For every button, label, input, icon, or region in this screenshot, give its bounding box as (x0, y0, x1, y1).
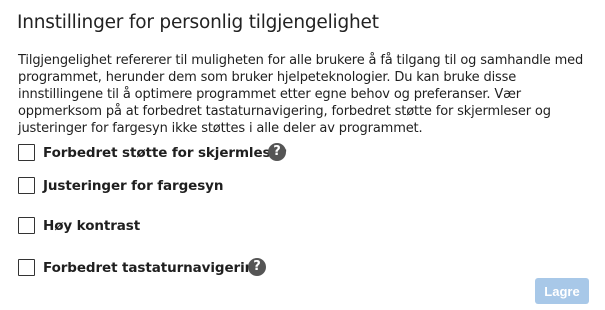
screen-reader-checkbox[interactable] (18, 144, 35, 161)
option-color-vision[interactable]: Justeringer for fargesyn (18, 177, 223, 194)
color-vision-label: Justeringer for fargesyn (43, 177, 224, 194)
screen-reader-label: Forbedret støtte for skjermleser (43, 144, 287, 161)
dialog-description: Tilgjengelighet refererer til muligheten… (18, 53, 584, 136)
accessibility-settings-dialog: Innstillinger for personlig tilgjengelig… (0, 0, 605, 310)
high-contrast-checkbox[interactable] (18, 217, 35, 234)
high-contrast-label: Høy kontrast (43, 217, 141, 234)
dialog-title: Innstillinger for personlig tilgjengelig… (17, 12, 379, 33)
keyboard-navigation-checkbox[interactable] (18, 259, 35, 276)
keyboard-navigation-label: Forbedret tastaturnavigering (43, 259, 264, 276)
save-button[interactable]: Lagre (535, 278, 589, 304)
option-high-contrast[interactable]: Høy kontrast (18, 217, 140, 234)
option-keyboard-navigation[interactable]: Forbedret tastaturnavigering (18, 259, 264, 276)
screen-reader-help-icon[interactable]: ? (268, 143, 286, 161)
option-screen-reader[interactable]: Forbedret støtte for skjermleser (18, 144, 286, 161)
keyboard-navigation-help-icon[interactable]: ? (248, 258, 266, 276)
color-vision-checkbox[interactable] (18, 177, 35, 194)
